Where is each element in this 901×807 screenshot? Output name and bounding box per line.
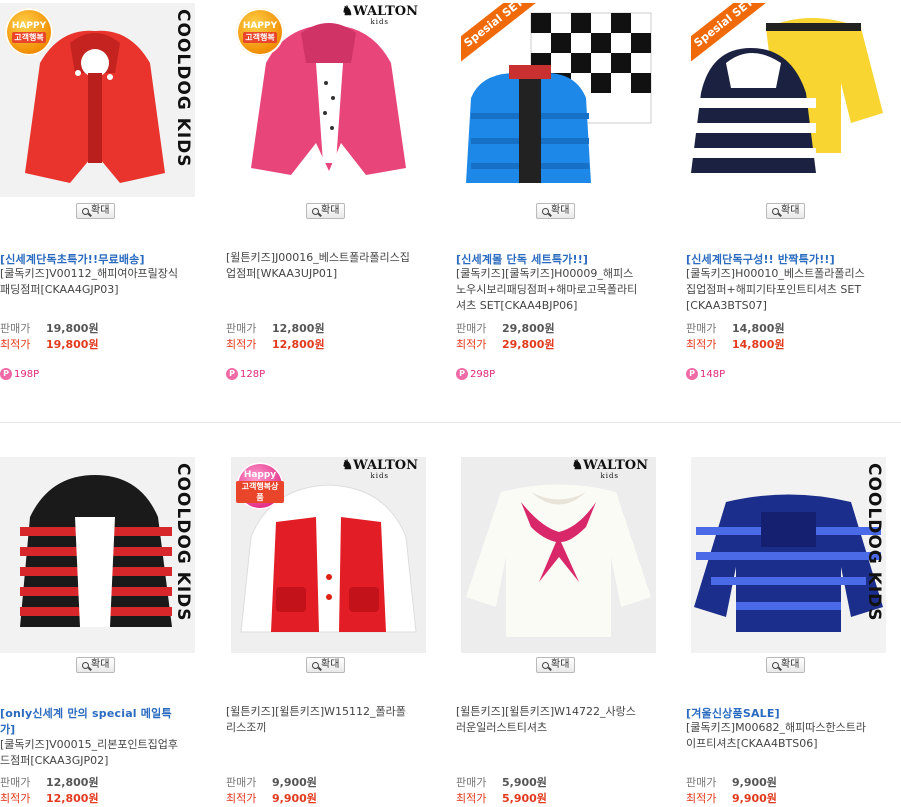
zoom-button[interactable]: 확대 xyxy=(76,203,116,219)
sale-price: 19,800원 xyxy=(46,322,99,335)
product-promo-continued: 가] xyxy=(0,723,16,736)
product-image[interactable]: HAPPY 고객행복 COOLDOG KIDS xyxy=(0,3,195,197)
sale-price-row: 판매가 5,900원 xyxy=(456,776,547,789)
point-icon: P xyxy=(456,368,468,380)
magnifier-icon xyxy=(82,661,89,669)
product-name[interactable]: [쿨독키즈]H00010_베스트폴라폴리스 집업점퍼+해피기타포인트티셔츠 SE… xyxy=(686,266,901,314)
sale-price-row: 판매가 19,800원 xyxy=(0,322,99,335)
best-price-row: 최적가 5,900원 xyxy=(456,792,547,805)
sale-price: 29,800원 xyxy=(502,322,555,335)
points: P 148P xyxy=(686,368,725,380)
point-icon: P xyxy=(686,368,698,380)
sale-price: 14,800원 xyxy=(732,322,785,335)
best-price: 12,800원 xyxy=(46,792,99,805)
white-illustration-tshirt-image xyxy=(461,457,656,653)
sale-price-row: 판매가 9,900원 xyxy=(686,776,777,789)
best-price: 5,900원 xyxy=(502,792,547,805)
best-price-row: 최적가 12,800원 xyxy=(226,338,325,351)
point-icon: P xyxy=(226,368,238,380)
zoom-button[interactable]: 확대 xyxy=(306,203,346,219)
product-name[interactable]: [윌튼키즈][윌튼키즈]W14722_사랑스 러운일러스트티셔츠 xyxy=(456,704,671,736)
magnifier-icon xyxy=(542,661,549,669)
sale-price: 5,900원 xyxy=(502,776,547,789)
best-price-row: 최적가 9,900원 xyxy=(226,792,317,805)
red-striped-hoodie-image xyxy=(0,457,195,653)
happy-badge: Happy 고객행복상품 xyxy=(236,462,284,510)
product-image[interactable]: Spesial SET xyxy=(461,3,656,197)
product-image[interactable]: Happy 고객행복상품 ♞WALTON kids xyxy=(231,457,426,653)
points: P 128P xyxy=(226,368,265,380)
product-name[interactable]: [쿨독키즈][쿨독키즈]H00009_해피스 노우시보리패딩점퍼+해마로고목폴라… xyxy=(456,266,671,314)
product-grid: HAPPY 고객행복 COOLDOG KIDS 확대 [신세계단독초특가!!무료배… xyxy=(0,0,901,807)
magnifier-icon xyxy=(542,207,549,215)
product-name[interactable]: [쿨독키즈]V00112_해피여아프릴장식 패딩점퍼[CKAA4GJP03] xyxy=(0,266,215,298)
row-divider xyxy=(0,422,901,423)
zoom-button[interactable]: 확대 xyxy=(536,657,576,673)
best-price: 19,800원 xyxy=(46,338,99,351)
sale-price-row: 판매가 12,800원 xyxy=(0,776,99,789)
product-image[interactable]: COOLDOG KIDS xyxy=(0,457,195,653)
happy-badge: HAPPY 고객행복 xyxy=(236,8,284,56)
product-promo[interactable]: [겨울신상품SALE] xyxy=(686,705,780,721)
product-image[interactable]: ♞WALTON kids xyxy=(461,457,656,653)
product-name[interactable]: [쿨독키즈]V00015_리본포인트집업후 드점퍼[CKAA3GJP02] xyxy=(0,737,215,769)
points: P 298P xyxy=(456,368,495,380)
point-icon: P xyxy=(0,368,12,380)
magnifier-icon xyxy=(312,207,319,215)
zoom-button[interactable]: 확대 xyxy=(536,203,576,219)
sale-price-row: 판매가 14,800원 xyxy=(686,322,785,335)
brand-logo: COOLDOG KIDS xyxy=(864,463,884,622)
sale-price-row: 판매가 9,900원 xyxy=(226,776,317,789)
best-price: 29,800원 xyxy=(502,338,555,351)
product-promo[interactable]: [신세계단독초특가!!무료배송] xyxy=(0,251,145,267)
product-name[interactable]: [윌튼키즈]J00016_베스트폴라폴리스집 업점퍼[WKAA3UJP01] xyxy=(226,250,441,282)
magnifier-icon xyxy=(772,661,779,669)
blue-striped-tshirt-image xyxy=(691,457,886,653)
sale-price: 12,800원 xyxy=(46,776,99,789)
product-promo[interactable]: [신세계단독구성!! 반짝특가!!] xyxy=(686,251,835,267)
brand-logo: ♞WALTON kids xyxy=(341,4,418,26)
happy-badge: HAPPY 고객행복 xyxy=(5,8,53,56)
sale-price: 9,900원 xyxy=(732,776,777,789)
zoom-button[interactable]: 확대 xyxy=(766,657,806,673)
zoom-button[interactable]: 확대 xyxy=(306,657,346,673)
product-name[interactable]: [윌튼키즈][윌튼키즈]W15112_폴라폴 리스조끼 xyxy=(226,704,441,736)
brand-logo: COOLDOG KIDS xyxy=(173,9,193,168)
zoom-button[interactable]: 확대 xyxy=(76,657,116,673)
magnifier-icon xyxy=(772,207,779,215)
brand-logo: ♞WALTON kids xyxy=(341,458,418,480)
best-price: 9,900원 xyxy=(272,792,317,805)
product-name[interactable]: [쿨독키즈]M00682_해피따스한스트라 이프티셔츠[CKAA4BTS06] xyxy=(686,720,901,752)
product-image[interactable]: COOLDOG KIDS xyxy=(691,457,886,653)
best-price-row: 최적가 14,800원 xyxy=(686,338,785,351)
best-price-row: 최적가 9,900원 xyxy=(686,792,777,805)
magnifier-icon xyxy=(82,207,89,215)
sale-price: 9,900원 xyxy=(272,776,317,789)
product-promo[interactable]: [only신세계 만의 special 메일특 xyxy=(0,705,172,721)
zoom-button[interactable]: 확대 xyxy=(766,203,806,219)
best-price-row: 최적가 19,800원 xyxy=(0,338,99,351)
sale-price-row: 판매가 12,800원 xyxy=(226,322,325,335)
best-price-row: 최적가 12,800원 xyxy=(0,792,99,805)
sale-price-row: 판매가 29,800원 xyxy=(456,322,555,335)
product-image[interactable]: Spesial SET xyxy=(691,3,886,197)
product-promo[interactable]: [신세계몰 단독 세트특가!!] xyxy=(456,251,588,267)
best-price: 14,800원 xyxy=(732,338,785,351)
brand-logo: COOLDOG KIDS xyxy=(173,463,193,622)
magnifier-icon xyxy=(312,661,319,669)
best-price: 12,800원 xyxy=(272,338,325,351)
points: P 198P xyxy=(0,368,39,380)
product-image[interactable]: HAPPY 고객행복 ♞WALTON kids xyxy=(231,3,426,197)
best-price-row: 최적가 29,800원 xyxy=(456,338,555,351)
sale-price: 12,800원 xyxy=(272,322,325,335)
brand-logo: ♞WALTON kids xyxy=(571,458,648,480)
best-price: 9,900원 xyxy=(732,792,777,805)
